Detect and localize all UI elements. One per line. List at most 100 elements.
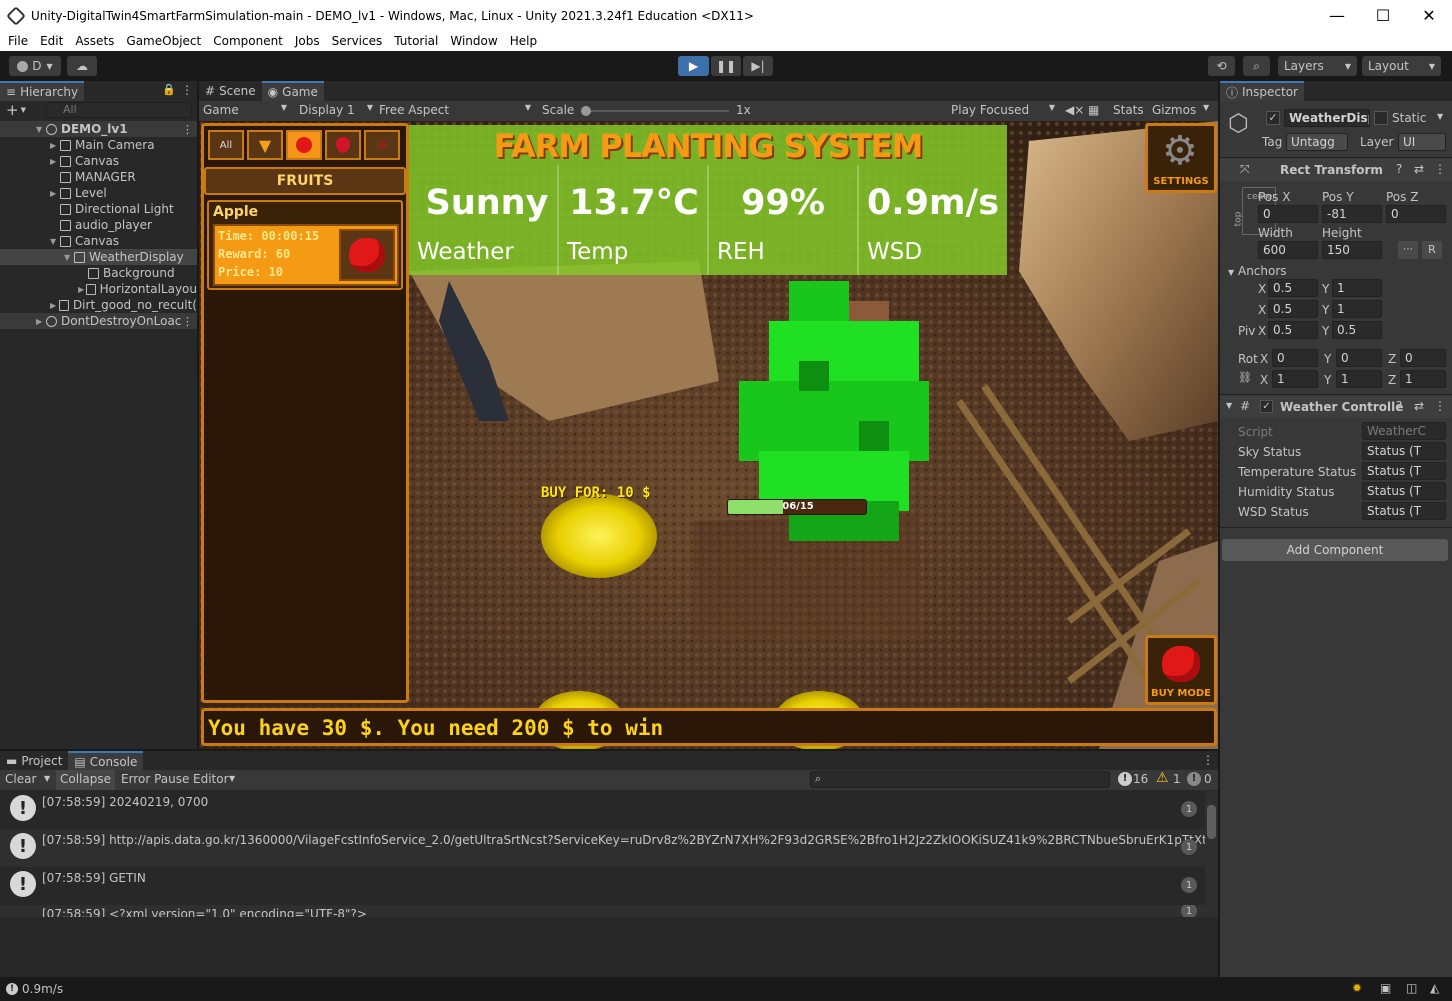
console-search-input[interactable]: ⌕ [810, 771, 1110, 788]
stats-button[interactable]: Stats [1113, 103, 1144, 117]
menu-services[interactable]: Services [326, 34, 389, 48]
add-icon[interactable]: + [6, 101, 19, 119]
layer-dropdown[interactable]: UI [1398, 133, 1446, 151]
temperature-status-field[interactable]: Status (T [1362, 462, 1446, 480]
rot-z-field[interactable]: 0 [1400, 349, 1446, 367]
category-fruits-button[interactable] [286, 130, 322, 160]
hierarchy-item[interactable]: ▶ HorizontalLayou [0, 281, 197, 297]
hierarchy-item[interactable]: ▶ Level [0, 185, 197, 201]
menu-help[interactable]: Help [504, 34, 543, 48]
collab-icon[interactable]: ◫ [1406, 981, 1417, 995]
menu-tutorial[interactable]: Tutorial [388, 34, 444, 48]
anchor-max-x-field[interactable]: 0.5 [1268, 300, 1318, 318]
menu-assets[interactable]: Assets [69, 34, 120, 48]
keyboard-icon[interactable]: ▦ [1088, 103, 1099, 117]
scale-slider[interactable] [581, 106, 729, 116]
search-button[interactable]: ⌕ [1243, 56, 1270, 76]
blueprint-button[interactable]: ⋯ [1398, 241, 1418, 259]
category-vegetables-button[interactable]: ▼ [247, 130, 283, 160]
hierarchy-item[interactable]: ▶ Dirt_good_no_recult( [0, 297, 197, 313]
menu-jobs[interactable]: Jobs [289, 34, 326, 48]
hierarchy-item[interactable]: audio_player [0, 217, 197, 233]
more-icon[interactable]: ⋮ [1434, 399, 1446, 413]
scale-x-field[interactable]: 1 [1272, 370, 1318, 388]
anchor-min-x-field[interactable]: 0.5 [1268, 279, 1318, 297]
game-viewport[interactable]: All ▼ ☠ FRUITS Apple Time: 00:00:15 Rewa… [199, 121, 1218, 749]
help-icon[interactable]: ? [1396, 399, 1402, 413]
static-checkbox[interactable] [1374, 111, 1388, 125]
editor-dropdown[interactable]: Editor [193, 772, 229, 786]
layers-dropdown[interactable]: Layers ▼ [1278, 56, 1357, 76]
more-icon[interactable]: ⋮ [182, 315, 193, 328]
tag-dropdown[interactable]: Untagg [1286, 133, 1348, 151]
step-button[interactable]: ▶| [743, 56, 773, 76]
object-name-field[interactable]: WeatherDispl [1284, 109, 1370, 127]
hierarchy-item[interactable]: ▶ Canvas [0, 153, 197, 169]
chevron-down-icon[interactable]: ▼ [44, 774, 50, 783]
add-component-button[interactable]: Add Component [1222, 539, 1448, 561]
hierarchy-search-input[interactable]: All [46, 102, 192, 118]
category-all-button[interactable]: All [208, 130, 244, 160]
account-dropdown[interactable]: D ▼ [9, 56, 61, 76]
hierarchy-item[interactable]: ▼ DEMO_lv1 [0, 121, 197, 137]
buy-mode-button[interactable]: BUY MODE [1145, 635, 1217, 705]
clear-button[interactable]: Clear [5, 772, 36, 786]
scrollbar-thumb[interactable] [1207, 805, 1216, 839]
cloud-button[interactable]: ☁ [67, 56, 97, 76]
menu-window[interactable]: Window [444, 34, 503, 48]
hierarchy-item[interactable]: Background [0, 265, 197, 281]
menu-edit[interactable]: Edit [34, 34, 69, 48]
maximize-button[interactable]: ☐ [1360, 0, 1406, 31]
width-field[interactable]: 600 [1258, 241, 1318, 259]
more-icon[interactable]: ⋮ [1202, 753, 1214, 767]
preset-icon[interactable]: ⇄ [1414, 162, 1424, 176]
tab-game[interactable]: ◉ Game [261, 81, 324, 101]
weather-controller-header[interactable]: ▼ # ✓ Weather Controlle ? ⇄ ⋮ [1220, 396, 1452, 418]
play-focused-dropdown[interactable]: Play Focused ▼ [951, 103, 1055, 117]
hierarchy-item[interactable]: ▶ DontDestroyOnLoac [0, 313, 197, 329]
hierarchy-item[interactable]: ▼ WeatherDisplay [0, 249, 197, 265]
lock-icon[interactable]: 🔒 [162, 83, 176, 96]
console-scrollbar[interactable] [1205, 791, 1218, 917]
log-info-icon[interactable]: ! [1118, 772, 1132, 786]
play-button[interactable]: ▶ [678, 56, 709, 76]
console-entry[interactable]: ! [07:58:59] <?xml version="1.0" encodin… [0, 905, 1205, 917]
console-entry[interactable]: ! [07:58:59] GETIN 1 [0, 867, 1205, 905]
pos-z-field[interactable]: 0 [1386, 205, 1446, 223]
debug-icon[interactable]: ✹ [1352, 981, 1362, 995]
menu-gameobject[interactable]: GameObject [120, 34, 207, 48]
collapse-toggle[interactable]: Collapse [56, 770, 115, 790]
chevron-down-icon[interactable]: ▼ [21, 106, 26, 114]
wsd-status-field[interactable]: Status (T [1362, 502, 1446, 520]
category-decor-button[interactable]: ☠ [364, 130, 400, 160]
pivot-y-field[interactable]: 0.5 [1332, 321, 1382, 339]
tab-hierarchy[interactable]: ≡ Hierarchy [0, 81, 85, 101]
anchor-max-y-field[interactable]: 1 [1332, 300, 1382, 318]
tab-project[interactable]: ▬ Project [0, 751, 68, 771]
game-mode-dropdown[interactable]: Game ▼ [203, 103, 287, 117]
category-berries-button[interactable] [325, 130, 361, 160]
shop-item-apple[interactable]: Apple Time: 00:00:15 Reward: 60 Price: 1… [207, 200, 403, 290]
scale-z-field[interactable]: 1 [1400, 370, 1446, 388]
active-checkbox[interactable]: ✓ [1266, 111, 1280, 125]
aspect-dropdown[interactable]: Free Aspect ▼ [379, 103, 531, 117]
pivot-x-field[interactable]: 0.5 [1268, 321, 1318, 339]
warning-icon[interactable]: ⚠ [1156, 770, 1169, 786]
hierarchy-item[interactable]: ▶ Main Camera [0, 137, 197, 153]
help-icon[interactable]: ? [1396, 162, 1402, 176]
progress-icon[interactable]: ▣ [1380, 981, 1391, 995]
rect-transform-header[interactable]: ⤧ Rect Transform ? ⇄ ⋮ [1220, 159, 1452, 181]
tab-scene[interactable]: # Scene [199, 81, 262, 101]
layout-dropdown[interactable]: Layout ▼ [1362, 56, 1441, 76]
humidity-status-field[interactable]: Status (T [1362, 482, 1446, 500]
chevron-down-icon[interactable]: ▼ [1203, 103, 1209, 112]
rot-x-field[interactable]: 0 [1272, 349, 1318, 367]
console-entry[interactable]: ! [07:58:59] http://apis.data.go.kr/1360… [0, 829, 1205, 867]
raw-edit-button[interactable]: R [1422, 241, 1442, 259]
mute-audio-icon[interactable]: ◀× [1065, 103, 1084, 117]
sky-status-field[interactable]: Status (T [1362, 442, 1446, 460]
scale-slider-thumb[interactable] [581, 106, 591, 116]
chevron-down-icon[interactable]: ▼ [1437, 112, 1443, 121]
scale-link-icon[interactable]: ⛓ [1238, 371, 1252, 384]
menu-file[interactable]: File [2, 34, 34, 48]
